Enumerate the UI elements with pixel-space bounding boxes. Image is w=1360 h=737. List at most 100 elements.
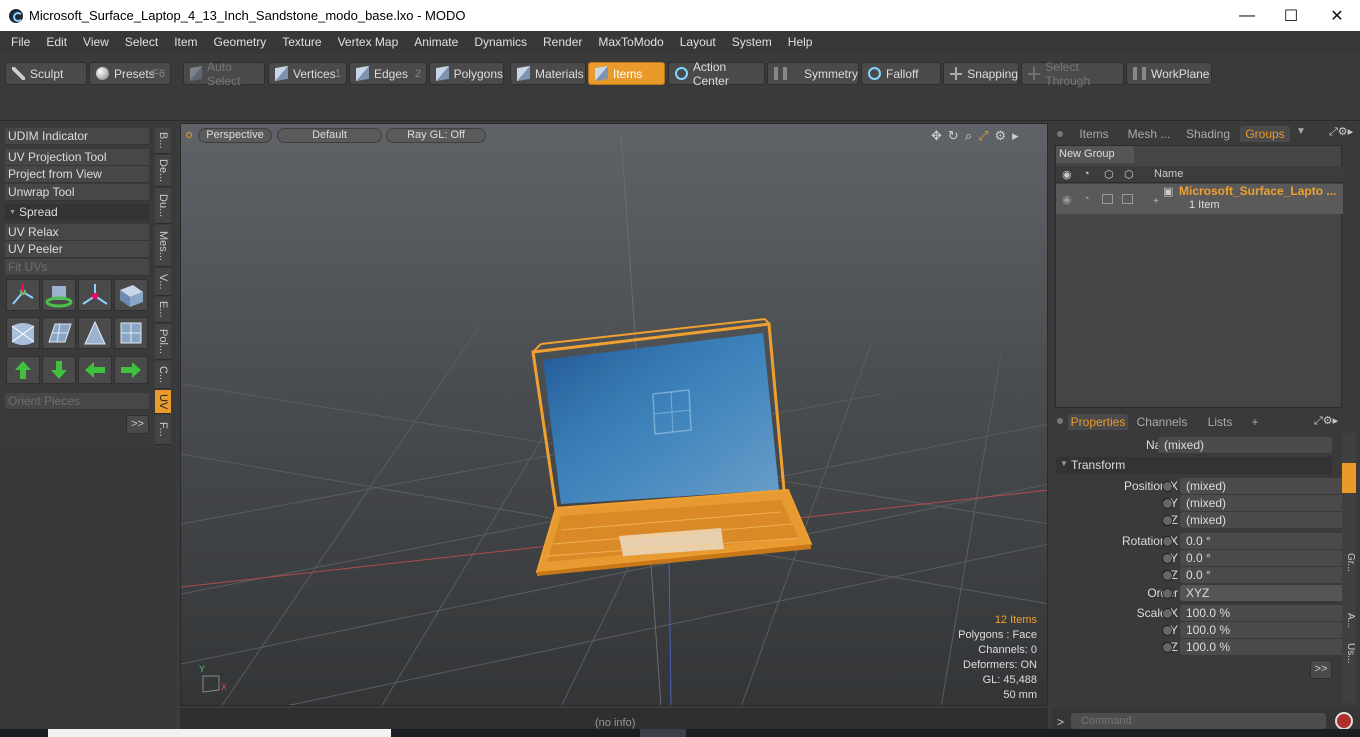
row-select-checkbox[interactable] (1122, 194, 1133, 204)
more-properties-button[interactable]: >> (1310, 660, 1332, 679)
scale-x-field[interactable]: 100.0 % (1180, 605, 1346, 621)
tab-f[interactable]: F... (155, 415, 171, 445)
arrow-left-icon[interactable] (78, 356, 112, 384)
arrow-up-icon[interactable] (6, 356, 40, 384)
rotation-y-keyframe-dot[interactable] (1162, 553, 1173, 564)
zoom-icon[interactable]: ⌕ (965, 128, 972, 144)
vertices-mode-button[interactable]: Vertices 1 (268, 62, 347, 85)
order-dropdown[interactable]: XYZ (1180, 585, 1346, 601)
properties-panel-menu-dot[interactable] (1057, 418, 1063, 424)
position-x-field[interactable]: (mixed) (1180, 478, 1346, 494)
tab-channels[interactable]: Channels (1134, 414, 1190, 430)
scale-y-field[interactable]: 100.0 % (1180, 622, 1346, 638)
tab-uv[interactable]: UV (155, 390, 171, 414)
tab-de[interactable]: De... (155, 155, 171, 187)
uv-layout-icon[interactable] (114, 317, 148, 349)
position-y-field[interactable]: (mixed) (1180, 495, 1346, 511)
menu-edit[interactable]: Edit (38, 35, 75, 49)
falloff-button[interactable]: Falloff (861, 62, 941, 85)
side-tab-gr[interactable]: Gr... (1342, 553, 1356, 572)
record-icon[interactable] (1335, 712, 1353, 730)
more-tools-button[interactable]: >> (126, 415, 149, 434)
menu-select[interactable]: Select (117, 35, 166, 49)
position-z-keyframe-dot[interactable] (1162, 515, 1173, 526)
tab-groups[interactable]: Groups (1240, 126, 1290, 142)
new-group-button[interactable]: New Group (1056, 146, 1134, 163)
select-through-button[interactable]: Select Through (1021, 60, 1124, 88)
scale-z-field[interactable]: 100.0 % (1180, 639, 1346, 655)
side-tab-active[interactable] (1342, 463, 1356, 493)
collapse-arrow-icon[interactable]: ▼ (1060, 459, 1068, 468)
side-tab-us[interactable]: Us... (1342, 643, 1356, 664)
rotation-y-field[interactable]: 0.0 ° (1180, 550, 1346, 566)
project-from-view-button[interactable]: Project from View (5, 166, 149, 183)
menu-render[interactable]: Render (535, 35, 590, 49)
auto-select-button[interactable]: Auto Select (183, 60, 265, 88)
rotate-view-icon[interactable]: ↻ (948, 128, 959, 144)
side-tab-a[interactable]: A... (1342, 613, 1356, 628)
settings-gear-icon[interactable]: ⚙ (995, 128, 1007, 144)
tab-mesh[interactable]: Mesh ... (1124, 126, 1174, 142)
fit-view-icon[interactable]: ⤢ (978, 128, 988, 144)
symmetry-button[interactable]: Symmetry (767, 62, 859, 85)
arrow-down-icon[interactable] (42, 356, 76, 384)
taskbar-app-button[interactable] (640, 729, 686, 737)
uv-unwrap-icon[interactable] (6, 317, 40, 349)
tab-b[interactable]: B... (155, 128, 171, 154)
add-tab-button[interactable]: + (1248, 414, 1262, 430)
expand-arrow-icon[interactable]: ▸ (1012, 128, 1019, 144)
sculpt-button[interactable]: Sculpt (5, 62, 87, 85)
menu-geometry[interactable]: Geometry (206, 35, 275, 49)
row-lock-checkbox[interactable] (1102, 194, 1113, 204)
menu-dynamics[interactable]: Dynamics (466, 35, 535, 49)
snapping-button[interactable]: Snapping (943, 62, 1019, 85)
fit-uvs-button[interactable]: Fit UVs (5, 259, 149, 276)
close-button[interactable]: ✕ (1314, 0, 1360, 31)
expand-plus-icon[interactable]: + (1153, 196, 1159, 207)
uv-peeler-button[interactable]: UV Peeler (5, 241, 149, 258)
rotation-z-keyframe-dot[interactable] (1162, 570, 1173, 581)
raygl-toggle[interactable]: Ray GL: Off (386, 128, 486, 143)
order-keyframe-dot[interactable] (1162, 588, 1173, 599)
tab-v[interactable]: V... (155, 268, 171, 296)
polygons-mode-button[interactable]: Polygons (429, 62, 504, 85)
tab-pol[interactable]: Pol... (155, 324, 171, 360)
tab-mesh[interactable]: Mes... (155, 225, 171, 267)
pan-icon[interactable]: ✥ (931, 128, 942, 144)
menu-layout[interactable]: Layout (672, 35, 724, 49)
uv-relax-button[interactable]: UV Relax (5, 224, 149, 241)
groups-panel-menu-dot[interactable] (1057, 131, 1063, 137)
uv-pyramid-icon[interactable] (78, 317, 112, 349)
action-center-button[interactable]: Action Center (668, 60, 765, 88)
taskbar-search-box[interactable] (48, 729, 391, 737)
menu-animate[interactable]: Animate (406, 35, 466, 49)
menu-texture[interactable]: Texture (274, 35, 329, 49)
row-render-icon[interactable]: ◔ (1083, 193, 1090, 205)
position-y-keyframe-dot[interactable] (1162, 498, 1173, 509)
uv-rotate-tool-icon[interactable] (42, 279, 76, 311)
position-x-keyframe-dot[interactable] (1162, 481, 1173, 492)
materials-mode-button[interactable]: Materials (510, 62, 586, 85)
transform-section[interactable]: Transform (1056, 457, 1332, 474)
menu-view[interactable]: View (75, 35, 117, 49)
menu-help[interactable]: Help (780, 35, 821, 49)
scale-y-keyframe-dot[interactable] (1162, 625, 1173, 636)
group-row[interactable]: ◉ ◔ + ▣ Microsoft_Surface_Lapto ... 1 It… (1056, 184, 1343, 214)
visibility-eye-icon[interactable]: ◉ (1062, 168, 1072, 181)
scale-x-keyframe-dot[interactable] (1162, 608, 1173, 619)
viewport-menu-dot[interactable] (186, 132, 192, 138)
tab-du[interactable]: Du... (155, 188, 171, 224)
name-field[interactable]: (mixed) (1158, 437, 1332, 453)
udim-indicator-button[interactable]: UDIM Indicator (5, 128, 149, 145)
maximize-button[interactable]: ☐ (1268, 0, 1314, 31)
shading-default-dropdown[interactable]: Default (277, 128, 382, 143)
3d-viewport[interactable]: Y X Perspective Default Ray GL: Off ✥ ↻ … (180, 123, 1048, 706)
tab-properties[interactable]: Properties (1068, 414, 1128, 430)
minimize-button[interactable]: — (1224, 0, 1270, 31)
tab-items[interactable]: Items (1072, 126, 1116, 142)
menu-file[interactable]: File (3, 35, 38, 49)
spread-section[interactable]: Spread (5, 204, 149, 221)
rotation-x-keyframe-dot[interactable] (1162, 536, 1173, 547)
lock-icon[interactable]: ⬡ (1104, 168, 1114, 181)
panel-tools-icons[interactable]: ⤢⚙▸ (1329, 125, 1353, 139)
